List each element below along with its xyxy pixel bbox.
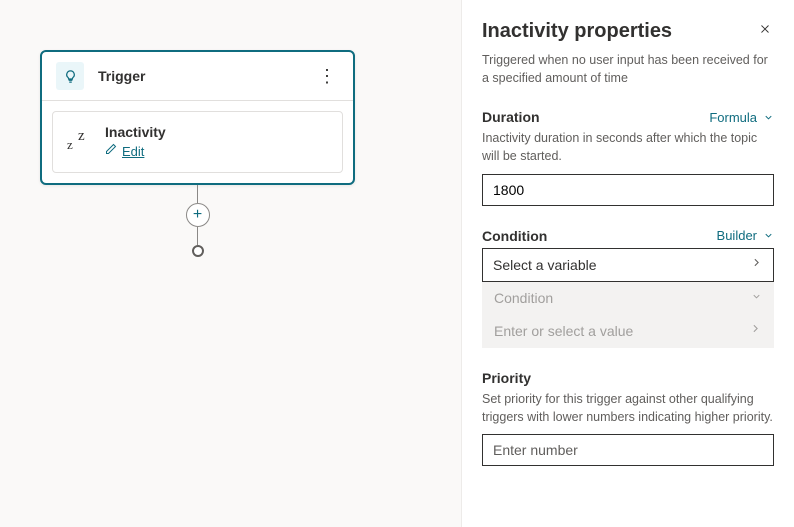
chevron-right-icon — [750, 256, 763, 274]
condition-mode-toggle[interactable]: Builder — [717, 228, 774, 243]
panel-title: Inactivity properties — [482, 20, 672, 43]
condition-title: Condition — [482, 228, 547, 244]
chevron-down-icon — [763, 229, 774, 244]
close-icon[interactable] — [756, 20, 774, 43]
variable-placeholder: Select a variable — [493, 257, 597, 273]
duration-section: Duration Formula Inactivity duration in … — [482, 109, 774, 205]
duration-mode-label: Formula — [709, 110, 757, 125]
priority-title: Priority — [482, 370, 531, 386]
inactivity-label: Inactivity — [105, 124, 166, 140]
condition-mode-label: Builder — [717, 228, 757, 243]
chevron-down-icon — [763, 111, 774, 126]
pencil-icon — [105, 142, 117, 160]
trigger-title: Trigger — [98, 68, 315, 84]
sleep-icon: zz — [67, 130, 93, 154]
more-icon[interactable]: ⋮ — [315, 66, 339, 87]
panel-description: Triggered when no user input has been re… — [482, 51, 774, 87]
add-node-button[interactable]: + — [186, 203, 210, 227]
priority-description: Set priority for this trigger against ot… — [482, 390, 774, 426]
end-node — [192, 245, 204, 257]
condition-value-select: Enter or select a value — [482, 314, 774, 348]
priority-section: Priority Set priority for this trigger a… — [482, 370, 774, 466]
trigger-header: Trigger ⋮ — [42, 52, 353, 101]
properties-panel: Inactivity properties Triggered when no … — [461, 0, 794, 527]
lightbulb-icon — [56, 62, 84, 90]
duration-mode-toggle[interactable]: Formula — [709, 110, 774, 125]
connector: + — [40, 185, 355, 257]
variable-select[interactable]: Select a variable — [482, 248, 774, 282]
condition-disabled-block: Condition Enter or select a value — [482, 282, 774, 348]
duration-title: Duration — [482, 109, 540, 125]
priority-input[interactable] — [482, 434, 774, 466]
edit-link[interactable]: Edit — [122, 144, 144, 159]
duration-description: Inactivity duration in seconds after whi… — [482, 129, 774, 165]
condition-value-placeholder: Enter or select a value — [494, 323, 633, 339]
inactivity-card[interactable]: zz Inactivity Edit — [52, 111, 343, 173]
condition-section: Condition Builder Select a variable Cond… — [482, 228, 774, 348]
condition-operator-select: Condition — [482, 282, 774, 314]
chevron-down-icon — [751, 290, 762, 305]
condition-operator-label: Condition — [494, 290, 553, 306]
canvas: Trigger ⋮ zz Inactivity Edit — [0, 0, 461, 527]
duration-input[interactable] — [482, 174, 774, 206]
trigger-card[interactable]: Trigger ⋮ zz Inactivity Edit — [40, 50, 355, 185]
chevron-right-icon — [749, 322, 762, 340]
trigger-body: zz Inactivity Edit — [42, 101, 353, 183]
